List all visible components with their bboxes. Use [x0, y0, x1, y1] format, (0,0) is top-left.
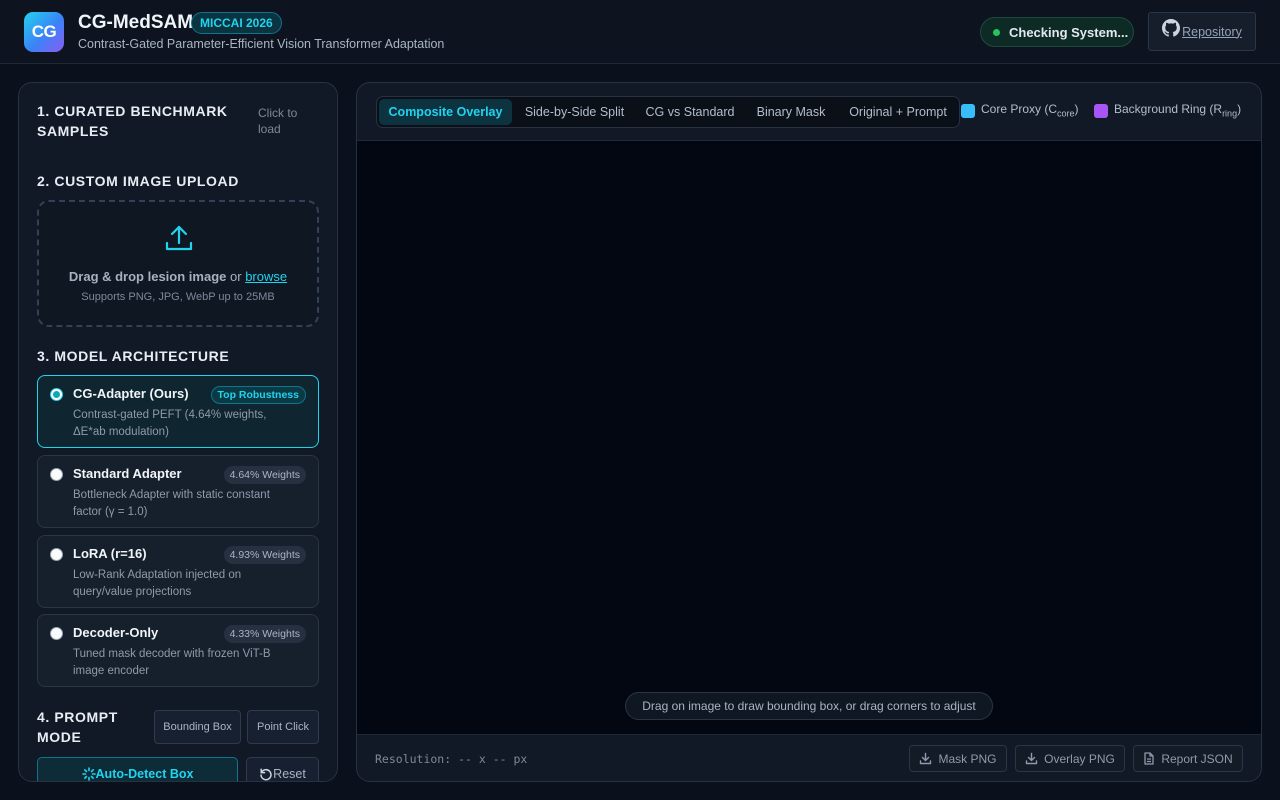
legend-core-proxy: Core Proxy (Ccore) [961, 102, 1079, 118]
model-radio-standard-adapter[interactable] [50, 468, 63, 481]
tab-binary-mask[interactable]: Binary Mask [747, 99, 835, 125]
drag-drop-text: Drag & drop lesion image [68, 269, 227, 284]
background-ring-swatch [1094, 104, 1108, 118]
reset-label: Reset [273, 767, 306, 781]
model-tag-badge: 4.64% Weights [223, 466, 306, 484]
control-sidebar: 1. CURATED BENCHMARK SAMPLES Click to lo… [18, 82, 338, 782]
status-dot-icon [993, 28, 1000, 36]
spinner-icon [81, 767, 96, 781]
model-name: Standard Adapter [73, 466, 182, 481]
download-overlay-png-button[interactable]: Overlay PNG [1015, 745, 1125, 772]
canvas-hint: Drag on image to draw bounding box, or d… [625, 692, 993, 720]
or-text: or [230, 269, 242, 284]
app-title: CG-MedSAM [78, 12, 194, 33]
app-logo: CG [24, 12, 64, 52]
model-name: CG-Adapter (Ours) [73, 386, 189, 401]
model-option-decoder-only[interactable]: Decoder-Only 4.33% Weights Tuned mask de… [37, 614, 319, 687]
auto-detect-box-button[interactable]: Auto-Detect Box [37, 757, 238, 781]
view-toolbar: Composite Overlay Side-by-Side Split CG … [357, 83, 1261, 141]
model-name: LoRA (r=16) [73, 546, 147, 561]
prompt-mode-title: 4. PROMPT MODE [37, 709, 118, 745]
download-mask-png-button[interactable]: Mask PNG [909, 745, 1007, 772]
supported-formats-text: Supports PNG, JPG, WebP up to 25MB [81, 291, 275, 303]
click-to-load-hint: Click to load [258, 106, 298, 136]
download-label: Overlay PNG [1044, 751, 1115, 766]
download-icon [920, 752, 932, 765]
top-bar: CG CG-MedSAM MICCAI 2026 Contrast-Gated … [0, 0, 1280, 64]
tab-original-prompt[interactable]: Original + Prompt [839, 99, 957, 125]
download-label: Mask PNG [938, 751, 997, 766]
custom-upload-title: 2. CUSTOM IMAGE UPLOAD [37, 173, 239, 189]
model-option-lora[interactable]: LoRA (r=16) 4.93% Weights Low-Rank Adapt… [37, 535, 319, 608]
viewer-footer: Resolution: -- x -- px Mask PNG Overlay … [357, 734, 1261, 781]
conference-badge: MICCAI 2026 [191, 12, 282, 34]
browse-link[interactable]: browse [245, 269, 287, 284]
bounding-box-mode-button[interactable]: Bounding Box [154, 710, 241, 744]
model-option-cg-adapter[interactable]: CG-Adapter (Ours) Top Robustness Contras… [37, 375, 319, 448]
download-icon [1025, 752, 1038, 765]
system-status-indicator: Checking System... [980, 17, 1134, 47]
model-tag-badge: 4.33% Weights [223, 625, 306, 643]
download-label: Report JSON [1161, 751, 1233, 766]
reset-button[interactable]: Reset [246, 757, 319, 781]
benchmark-samples-title: 1. CURATED BENCHMARK SAMPLES [37, 103, 228, 139]
model-radio-lora[interactable] [50, 548, 63, 561]
model-architecture-title: 3. MODEL ARCHITECTURE [37, 348, 230, 364]
resolution-readout: Resolution: -- x -- px [375, 752, 528, 766]
core-proxy-swatch [961, 104, 975, 118]
model-description: Low-Rank Adaptation injected on query/va… [73, 569, 242, 598]
github-icon [1162, 18, 1181, 37]
tab-cg-vs-standard[interactable]: CG vs Standard [637, 99, 743, 125]
legend-label: Core Proxy (Ccore) [981, 102, 1079, 119]
download-report-json-button[interactable]: Report JSON [1133, 745, 1243, 772]
model-description: Contrast-gated PEFT (4.64% weights, ΔE*a… [73, 409, 267, 438]
repository-label: Repository [1182, 24, 1242, 39]
document-icon [1144, 752, 1154, 765]
repository-button[interactable]: Repository [1148, 12, 1256, 51]
image-upload-dropzone[interactable]: Drag & drop lesion image or browse Suppo… [37, 200, 319, 327]
model-description: Tuned mask decoder with frozen ViT-B ima… [73, 648, 271, 677]
system-status-text: Checking System... [1009, 24, 1129, 40]
tab-side-by-side-split[interactable]: Side-by-Side Split [516, 99, 633, 125]
legend-background-ring: Background Ring (Rring) [1094, 102, 1241, 118]
model-tag-badge: Top Robustness [210, 386, 306, 404]
viewer-panel: Composite Overlay Side-by-Side Split CG … [356, 82, 1262, 782]
point-click-mode-button[interactable]: Point Click [247, 710, 319, 744]
model-description: Bottleneck Adapter with static constant … [73, 489, 270, 518]
model-radio-decoder-only[interactable] [50, 627, 63, 640]
auto-detect-label: Auto-Detect Box [95, 767, 194, 781]
legend-label: Background Ring (Rring) [1114, 102, 1242, 119]
upload-icon [165, 225, 193, 251]
view-mode-tabs: Composite Overlay Side-by-Side Split CG … [376, 96, 960, 128]
model-option-standard-adapter[interactable]: Standard Adapter 4.64% Weights Bottlenec… [37, 455, 319, 528]
tab-composite-overlay[interactable]: Composite Overlay [379, 99, 512, 125]
model-tag-badge: 4.93% Weights [223, 546, 306, 564]
reset-icon [260, 768, 272, 781]
app-subtitle: Contrast-Gated Parameter-Efficient Visio… [78, 37, 445, 51]
image-canvas[interactable]: Drag on image to draw bounding box, or d… [357, 141, 1261, 734]
model-radio-cg-adapter[interactable] [50, 388, 63, 401]
model-name: Decoder-Only [73, 625, 159, 640]
